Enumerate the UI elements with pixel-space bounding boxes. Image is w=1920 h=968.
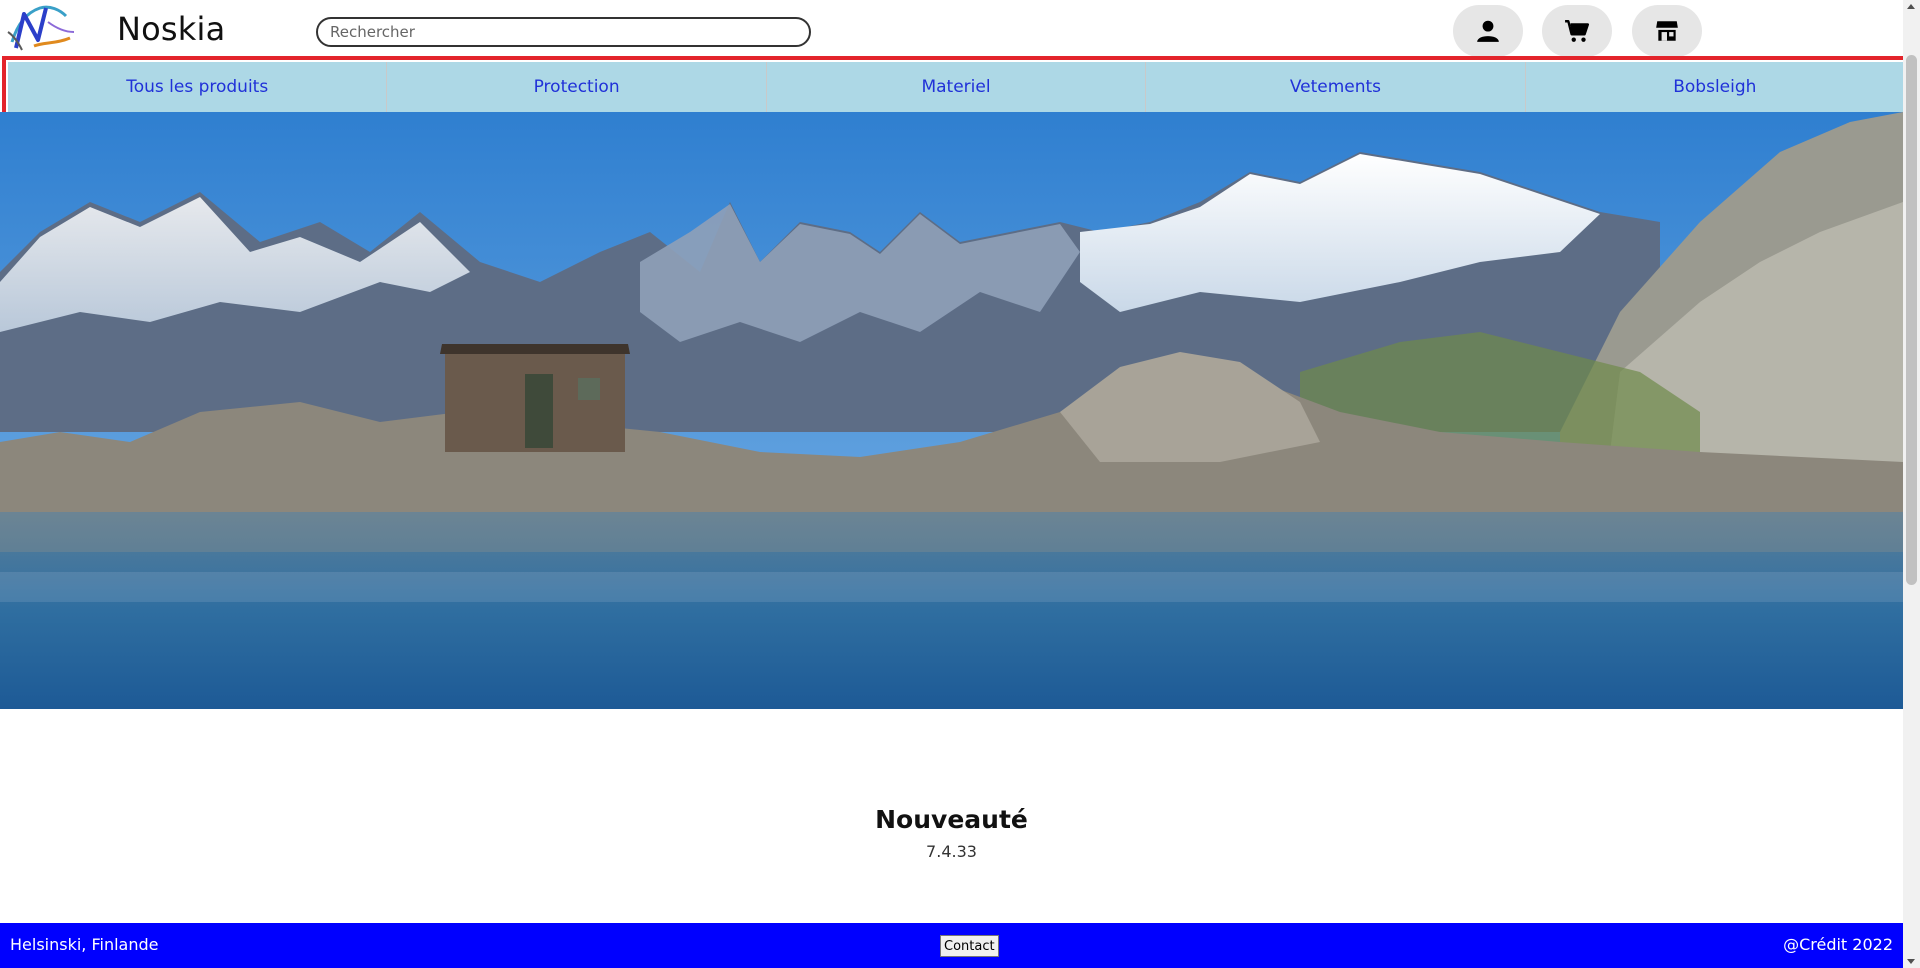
hero-image [0,112,1903,709]
cart-button[interactable] [1542,5,1612,57]
contact-button[interactable]: Contact [940,935,999,957]
cart-icon [1565,20,1590,42]
site-header: Noskia [0,0,1903,60]
brand-name[interactable]: Noskia [117,10,225,48]
user-icon [1477,20,1499,42]
scroll-up-arrow-icon[interactable] [1907,4,1915,9]
nav-item-materiel[interactable]: Materiel [767,62,1147,112]
nav-item-vetements[interactable]: Vetements [1146,62,1526,112]
site-footer: Helsinski, Finlande Contact @Crédit 2022 [0,923,1903,968]
section-title: Nouveauté [875,805,1028,834]
version-text: 7.4.33 [926,842,977,861]
footer-location: Helsinski, Finlande [10,935,159,954]
category-nav: Tous les produits Protection Materiel Ve… [8,62,1904,112]
nav-item-all-products[interactable]: Tous les produits [8,62,388,112]
store-button[interactable] [1632,5,1702,57]
search-input[interactable] [316,17,811,47]
scroll-down-arrow-icon[interactable] [1907,959,1915,964]
nav-item-protection[interactable]: Protection [387,62,767,112]
store-icon [1656,21,1678,41]
page-scrollbar[interactable] [1903,0,1920,968]
account-button[interactable] [1453,5,1523,57]
site-logo[interactable] [4,2,78,56]
footer-credit: @Crédit 2022 [1783,935,1893,954]
nav-item-bobsleigh[interactable]: Bobsleigh [1526,62,1904,112]
scroll-thumb[interactable] [1906,55,1917,585]
